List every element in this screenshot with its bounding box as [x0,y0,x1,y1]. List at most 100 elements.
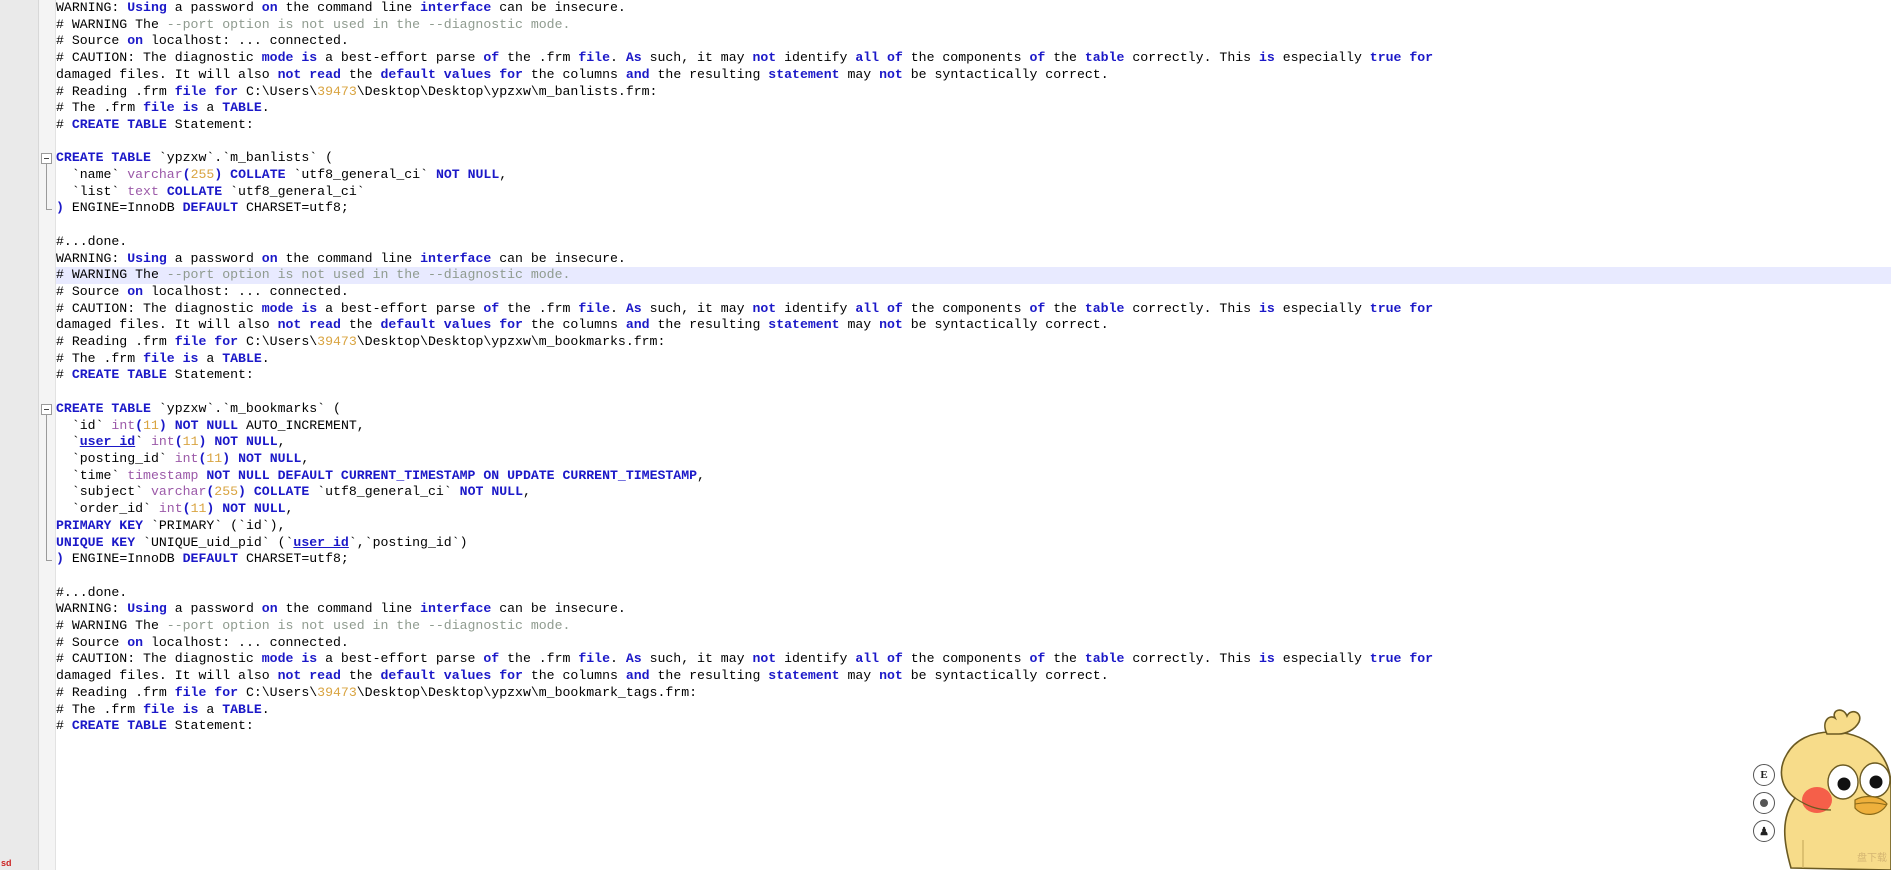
code-line[interactable]: 31UNIQUE KEY `UNIQUE_uid_pid` (`user_id`… [0,535,1891,552]
code-folding-strip[interactable] [39,0,56,870]
token-plain: the .frm [499,300,579,316]
code-text[interactable]: # Source on localhost: ... connected. [0,284,1891,301]
code-line[interactable]: 38# CAUTION: The diagnostic mode is a be… [0,651,1891,684]
code-text[interactable]: # Source on localhost: ... connected. [0,635,1891,652]
token-kw: not [752,50,777,66]
code-text[interactable]: WARNING: Using a password on the command… [0,0,1891,17]
code-text[interactable]: # CREATE TABLE Statement: [0,367,1891,384]
code-text[interactable]: # WARNING The --port option is not used … [0,17,1891,34]
code-text[interactable]: ) ENGINE=InnoDB DEFAULT CHARSET=utf8; [0,200,1891,217]
code-text[interactable]: #...done. [0,585,1891,602]
code-text[interactable]: CREATE TABLE `ypzxw`.`m_bookmarks` ( [0,401,1891,418]
code-line[interactable]: 27 `time` timestamp NOT NULL DEFAULT CUR… [0,468,1891,485]
code-text[interactable] [0,384,1891,401]
code-text[interactable]: CREATE TABLE `ypzxw`.`m_banlists` ( [0,150,1891,167]
token-num: 39473 [317,83,357,99]
code-line[interactable]: 28 `subject` varchar(255) COLLATE `utf8_… [0,484,1891,501]
code-text[interactable] [0,568,1891,585]
token-kw: all of [855,300,903,316]
code-line[interactable]: 39# Reading .frm file for C:\Users\39473… [0,685,1891,702]
code-line[interactable]: 12) ENGINE=InnoDB DEFAULT CHARSET=utf8; [0,200,1891,217]
code-text[interactable]: # CAUTION: The diagnostic mode is a best… [0,651,1891,684]
token-plain: `utf8_general_ci` [309,484,460,500]
code-line[interactable]: 8 [0,134,1891,151]
code-line[interactable]: 22 [0,384,1891,401]
code-line[interactable]: 36# WARNING The --port option is not use… [0,618,1891,635]
code-text[interactable]: # CAUTION: The diagnostic mode is a best… [0,50,1891,83]
code-line[interactable]: 17# Source on localhost: ... connected. [0,284,1891,301]
code-content-area[interactable]: 1WARNING: Using a password on the comman… [0,0,1891,870]
code-line[interactable]: 18# CAUTION: The diagnostic mode is a be… [0,301,1891,334]
code-text[interactable]: # The .frm file is a TABLE. [0,100,1891,117]
code-text[interactable]: WARNING: Using a password on the command… [0,251,1891,268]
code-text[interactable]: # WARNING The --port option is not used … [0,618,1891,635]
code-line[interactable]: 19# Reading .frm file for C:\Users\39473… [0,334,1891,351]
code-line[interactable]: 15WARNING: Using a password on the comma… [0,251,1891,268]
code-text[interactable]: `list` text COLLATE `utf8_general_ci` [0,184,1891,201]
code-text[interactable]: UNIQUE KEY `UNIQUE_uid_pid` (`user_id`,`… [0,535,1891,552]
code-line[interactable]: 30PRIMARY KEY `PRIMARY` (`id`), [0,518,1891,535]
code-text[interactable]: # CREATE TABLE Statement: [0,117,1891,134]
code-line[interactable]: 21# CREATE TABLE Statement: [0,367,1891,384]
token-plain: especially [1274,50,1370,66]
code-line[interactable]: 26 `posting_id` int(11) NOT NULL, [0,451,1891,468]
code-line[interactable]: 11 `list` text COLLATE `utf8_general_ci` [0,184,1891,201]
code-line[interactable]: 32) ENGINE=InnoDB DEFAULT CHARSET=utf8; [0,551,1891,568]
token-opt: --port option is not used in the --diagn… [166,618,571,634]
code-text[interactable]: #...done. [0,234,1891,251]
code-line[interactable]: 10 `name` varchar(255) COLLATE `utf8_gen… [0,167,1891,184]
code-line[interactable]: 5# Reading .frm file for C:\Users\39473\… [0,84,1891,101]
code-text[interactable]: # Source on localhost: ... connected. [0,33,1891,50]
code-line[interactable]: 34#...done. [0,585,1891,602]
code-text[interactable]: `user_id` int(11) NOT NULL, [0,434,1891,451]
code-text[interactable]: `id` int(11) NOT NULL AUTO_INCREMENT, [0,418,1891,435]
code-line[interactable]: 23CREATE TABLE `ypzxw`.`m_bookmarks` ( [0,401,1891,418]
token-plain: . [610,300,626,316]
code-line[interactable]: 37# Source on localhost: ... connected. [0,635,1891,652]
code-line[interactable]: 13 [0,217,1891,234]
sql-editor-viewport[interactable]: 1WARNING: Using a password on the comman… [0,0,1891,870]
code-text[interactable]: PRIMARY KEY `PRIMARY` (`id`), [0,518,1891,535]
code-text[interactable] [0,134,1891,151]
code-text[interactable]: # WARNING The --port option is not used … [0,267,1891,284]
code-text[interactable]: # Reading .frm file for C:\Users\39473\D… [0,84,1891,101]
fold-collapse-icon[interactable] [41,153,52,164]
code-text[interactable]: # CREATE TABLE Statement: [0,718,1891,735]
code-text[interactable]: `posting_id` int(11) NOT NULL, [0,451,1891,468]
code-text[interactable]: # Reading .frm file for C:\Users\39473\D… [0,334,1891,351]
code-line[interactable]: 25 `user_id` int(11) NOT NULL, [0,434,1891,451]
code-text[interactable]: `subject` varchar(255) COLLATE `utf8_gen… [0,484,1891,501]
code-text[interactable]: # Reading .frm file for C:\Users\39473\D… [0,685,1891,702]
code-line[interactable]: 20# The .frm file is a TABLE. [0,351,1891,368]
code-line[interactable]: 9CREATE TABLE `ypzxw`.`m_banlists` ( [0,150,1891,167]
code-line[interactable]: 4# CAUTION: The diagnostic mode is a bes… [0,50,1891,83]
code-line[interactable]: 2# WARNING The --port option is not used… [0,17,1891,34]
code-text[interactable]: # The .frm file is a TABLE. [0,351,1891,368]
code-line[interactable]: 14#...done. [0,234,1891,251]
fold-collapse-icon[interactable] [41,404,52,415]
code-line[interactable]: 41# CREATE TABLE Statement: [0,718,1891,735]
code-text[interactable]: ) ENGINE=InnoDB DEFAULT CHARSET=utf8; [0,551,1891,568]
code-text[interactable]: `order_id` int(11) NOT NULL, [0,501,1891,518]
code-line[interactable]: 3# Source on localhost: ... connected. [0,33,1891,50]
code-line[interactable]: 29 `order_id` int(11) NOT NULL, [0,501,1891,518]
code-line[interactable]: 40# The .frm file is a TABLE. [0,702,1891,719]
code-line[interactable]: 16# WARNING The --port option is not use… [0,267,1891,284]
token-plain: can be insecure. [491,250,626,266]
token-kw: file for [174,83,239,99]
code-text[interactable]: # CAUTION: The diagnostic mode is a best… [0,301,1891,334]
code-line[interactable]: 6# The .frm file is a TABLE. [0,100,1891,117]
code-line[interactable]: 35WARNING: Using a password on the comma… [0,601,1891,618]
code-line[interactable]: 33 [0,568,1891,585]
code-text[interactable]: `time` timestamp NOT NULL DEFAULT CURREN… [0,468,1891,485]
code-text[interactable]: # The .frm file is a TABLE. [0,702,1891,719]
code-line[interactable]: 1WARNING: Using a password on the comman… [0,0,1891,17]
code-text[interactable] [0,217,1891,234]
token-kw: not [752,300,777,316]
code-text[interactable]: `name` varchar(255) COLLATE `utf8_genera… [0,167,1891,184]
code-line[interactable]: 7# CREATE TABLE Statement: [0,117,1891,134]
code-text[interactable]: WARNING: Using a password on the command… [0,601,1891,618]
token-kw: of [1029,50,1046,66]
token-kw: all of [855,651,903,667]
code-line[interactable]: 24 `id` int(11) NOT NULL AUTO_INCREMENT, [0,418,1891,435]
